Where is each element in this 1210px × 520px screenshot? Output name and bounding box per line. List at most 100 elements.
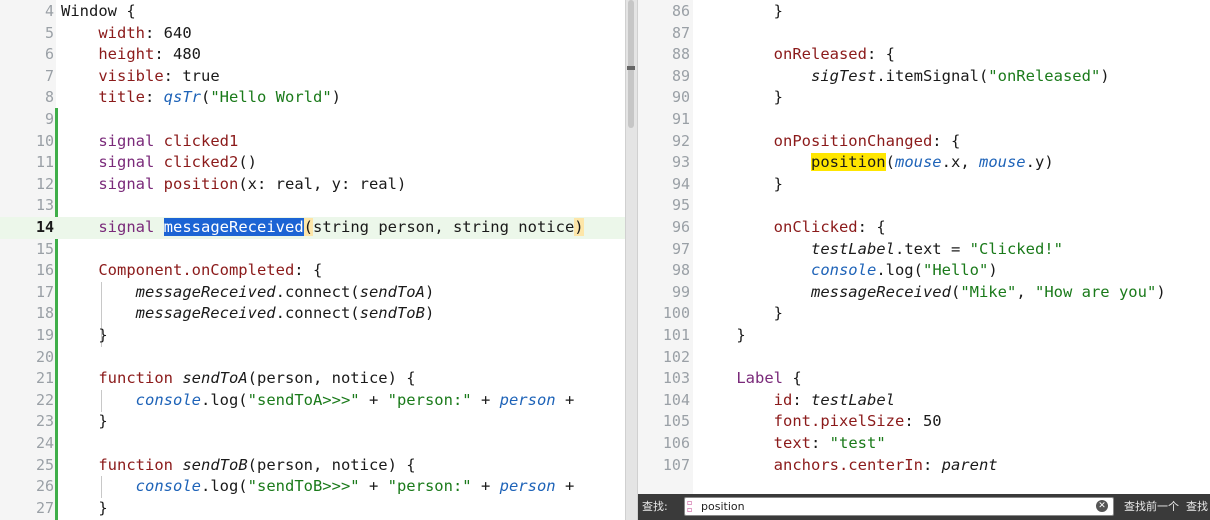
code-line[interactable]: 101 } xyxy=(638,325,1210,347)
code-line[interactable]: 23 } xyxy=(0,411,625,433)
code-line[interactable]: 104 id: testLabel xyxy=(638,390,1210,412)
code-line[interactable]: 13 xyxy=(0,195,625,217)
clear-icon[interactable]: ✕ xyxy=(1096,500,1108,512)
code-line[interactable]: 97 testLabel.text = "Clicked!" xyxy=(638,239,1210,261)
code-token: (person, notice) { xyxy=(247,455,416,474)
code-line[interactable]: 25 function sendToB(person, notice) { xyxy=(0,455,625,477)
code-text: } xyxy=(699,1,783,23)
code-token: Label xyxy=(736,369,783,388)
code-text: } xyxy=(699,87,783,109)
line-number: 93 xyxy=(671,153,690,172)
code-text: Component.onCompleted: { xyxy=(61,260,322,282)
code-line[interactable]: 90 } xyxy=(638,87,1210,109)
code-line[interactable]: 19 } xyxy=(0,325,625,347)
code-line[interactable]: 105 font.pixelSize: 50 xyxy=(638,411,1210,433)
code-token: .y) xyxy=(1025,153,1054,172)
code-token: "test" xyxy=(829,434,886,452)
code-line[interactable]: 17 messageReceived.connect(sendToA) xyxy=(0,282,625,304)
code-line[interactable]: 27 } xyxy=(0,498,625,520)
code-token: ) xyxy=(1156,282,1166,301)
find-previous-button[interactable]: 查找前一个 xyxy=(1124,498,1179,514)
line-number: 106 xyxy=(662,434,690,452)
code-text: } xyxy=(61,498,108,520)
code-line[interactable]: 98 console.log("Hello") xyxy=(638,260,1210,282)
code-line[interactable]: 16 Component.onCompleted: { xyxy=(0,260,625,282)
code-token: .x, xyxy=(941,153,979,172)
code-token: messageReceived xyxy=(810,282,951,301)
code-line[interactable]: 99 messageReceived("Mike", "How are you"… xyxy=(638,282,1210,304)
line-number: 104 xyxy=(662,390,690,409)
code-line[interactable]: 11 signal clicked2() xyxy=(0,152,625,174)
code-token: person xyxy=(499,390,556,409)
code-line[interactable]: 102 xyxy=(638,347,1210,369)
code-line[interactable]: 18 messageReceived.connect(sendToB) xyxy=(0,303,625,325)
code-line[interactable]: 21 function sendToA(person, notice) { xyxy=(0,368,625,390)
code-line[interactable]: 9 xyxy=(0,109,625,131)
line-number: 103 xyxy=(662,369,690,388)
code-line[interactable]: 6 height: 480 xyxy=(0,44,625,66)
code-line[interactable]: 91 xyxy=(638,109,1210,131)
code-token: "person:" xyxy=(387,390,472,409)
line-number: 107 xyxy=(662,455,690,474)
code-line[interactable]: 103 Label { xyxy=(638,368,1210,390)
left-code-editor[interactable]: 4 Window {5 width: 640 6 height: 480 7 visi… xyxy=(0,0,625,520)
code-line[interactable]: 20 xyxy=(0,347,625,369)
code-line[interactable]: 88 onReleased: { xyxy=(638,44,1210,66)
code-line[interactable]: 92 onPositionChanged: { xyxy=(638,131,1210,153)
code-token: .log( xyxy=(200,477,248,496)
line-number: 5 xyxy=(44,23,54,42)
code-line[interactable]: 93 position(mouse.x, mouse.y) xyxy=(638,152,1210,174)
code-line[interactable]: 7 visible: true xyxy=(0,66,625,88)
line-number: 26 xyxy=(35,477,54,496)
code-line[interactable]: 106 text: "test" xyxy=(638,433,1210,455)
code-text: sigTest.itemSignal("onReleased") xyxy=(699,66,1110,88)
find-input[interactable]: ▫ ▫ position ✕ xyxy=(684,497,1114,516)
code-line[interactable]: 5 width: 640 xyxy=(0,23,625,45)
code-text: signal clicked1 xyxy=(61,131,238,153)
code-line[interactable]: 95 xyxy=(638,195,1210,217)
code-text: } xyxy=(699,303,783,325)
code-text: width: 640 xyxy=(61,23,191,45)
code-line[interactable]: 96 onClicked: { xyxy=(638,217,1210,239)
code-text: Label { xyxy=(699,368,801,390)
find-next-button[interactable]: 查找 xyxy=(1186,498,1208,514)
code-line[interactable]: 94 } xyxy=(638,174,1210,196)
find-options-icon[interactable]: ▫ ▫ xyxy=(687,499,692,514)
code-line[interactable]: 100 } xyxy=(638,303,1210,325)
code-line[interactable]: 10 signal clicked1 xyxy=(0,131,625,153)
code-text: visible: true xyxy=(61,66,219,88)
code-line[interactable]: 107 anchors.centerIn: parent xyxy=(638,455,1210,477)
current-code-line[interactable]: 14 signal messageReceived(string person,… xyxy=(0,217,625,239)
code-line[interactable]: 15 xyxy=(0,239,625,261)
code-text: } xyxy=(61,411,107,433)
code-token: console xyxy=(810,261,877,280)
code-line[interactable]: 22 console.log("sendToA>>>" + "person:" … xyxy=(0,390,625,412)
code-token: + xyxy=(471,390,500,409)
code-token: } xyxy=(61,498,108,517)
right-code-editor[interactable]: 86 } 87 88 onReleased: {89 sigTest.itemSig… xyxy=(638,0,1210,520)
left-scrollbar-thumb[interactable] xyxy=(628,0,634,128)
code-line[interactable]: 89 sigTest.itemSignal("onReleased") xyxy=(638,66,1210,88)
code-line[interactable]: 4 Window { xyxy=(0,1,625,23)
code-line[interactable]: 8 title: qsTr("Hello World") xyxy=(0,87,625,109)
line-number: 6 xyxy=(44,45,54,64)
code-line[interactable]: 26 console.log("sendToB>>>" + "person:" … xyxy=(0,476,625,498)
line-number: 22 xyxy=(35,390,54,409)
code-token: onReleased xyxy=(773,45,867,64)
code-token: .itemSignal( xyxy=(876,66,989,85)
code-line[interactable]: 24 xyxy=(0,433,625,455)
line-number: 19 xyxy=(35,326,54,344)
code-token: ) xyxy=(331,88,342,107)
code-line[interactable]: 12 signal position(x: real, y: real) xyxy=(0,174,625,196)
